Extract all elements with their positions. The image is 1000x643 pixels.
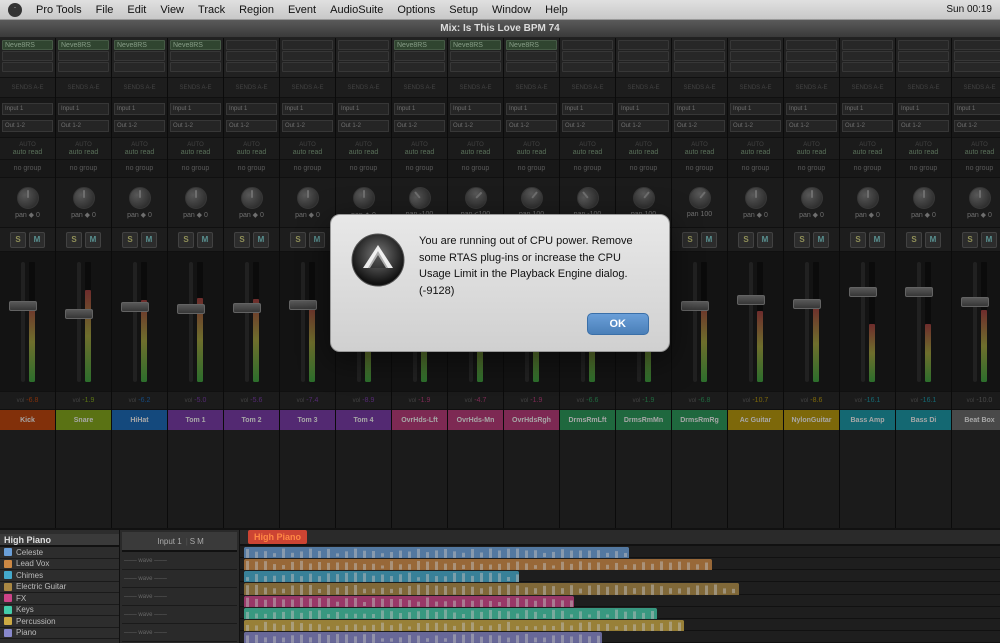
edit-track-lane: [240, 607, 1000, 619]
menu-audiosuite[interactable]: AudioSuite: [330, 4, 383, 16]
edit-track-ctrl: ─── wave ───: [122, 570, 237, 588]
edit-controls: Input 1 | S M ─── wave ────── wave ─────…: [120, 530, 240, 643]
menu-track[interactable]: Track: [198, 4, 225, 16]
clock-display: Sun 00:19: [946, 4, 992, 15]
window-title: Mix: Is This Love BPM 74: [440, 23, 559, 34]
edit-track-lane: [240, 570, 1000, 582]
edit-track-lane: [240, 595, 1000, 607]
menu-event[interactable]: Event: [288, 4, 316, 16]
menubar: Pro Tools File Edit View Track Region Ev…: [0, 0, 1000, 20]
edit-track-ctrl: ─── wave ───: [122, 588, 237, 606]
edit-track-ctrl: ─── wave ───: [122, 606, 237, 624]
menu-setup[interactable]: Setup: [449, 4, 478, 16]
track-name: FX: [16, 594, 26, 603]
track-name: Electric Guitar: [16, 582, 66, 591]
menu-file[interactable]: File: [96, 4, 114, 16]
edit-section: High Piano Celeste Lead Vox Chimes Elect…: [0, 528, 1000, 643]
edit-controls-header: Input 1 | S M: [122, 532, 237, 552]
edit-section-title: High Piano: [0, 534, 119, 547]
edit-track-lane: [240, 631, 1000, 643]
edit-track-electric-guitar[interactable]: Electric Guitar: [0, 582, 119, 593]
edit-track-celeste[interactable]: Celeste: [0, 547, 119, 558]
track-color: [4, 594, 12, 602]
track-name: Celeste: [16, 548, 43, 557]
titlebar: Mix: Is This Love BPM 74: [0, 20, 1000, 38]
track-color: [4, 560, 12, 568]
mixer: Neve8RS SENDS A-E Input 1 Out 1-2 AUTO a…: [0, 38, 1000, 528]
edit-track-ctrl: ─── wave ───: [122, 624, 237, 642]
edit-track-fx[interactable]: FX: [0, 593, 119, 604]
edit-track-percussion[interactable]: Percussion: [0, 616, 119, 627]
track-color: [4, 583, 12, 591]
track-name: Piano: [16, 628, 36, 637]
track-name: Percussion: [16, 617, 56, 626]
menubar-right: Sun 00:19: [946, 4, 992, 15]
menu-region[interactable]: Region: [239, 4, 274, 16]
dialog-buttons: OK: [351, 313, 649, 335]
menu-view[interactable]: View: [160, 4, 184, 16]
menu-protools[interactable]: Pro Tools: [36, 4, 82, 16]
track-color: [4, 571, 12, 579]
track-name: Chimes: [16, 571, 43, 580]
track-color: [4, 548, 12, 556]
track-color: [4, 617, 12, 625]
edit-track-chimes[interactable]: Chimes: [0, 570, 119, 581]
apple-menu[interactable]: [8, 3, 22, 17]
edit-sidebar: High Piano Celeste Lead Vox Chimes Elect…: [0, 530, 120, 643]
edit-track-lane: [240, 546, 1000, 558]
edit-main: High Piano: [240, 530, 1000, 643]
edit-track-lead-vox[interactable]: Lead Vox: [0, 559, 119, 570]
dialog-content: You are running out of CPU power. Remove…: [351, 233, 649, 299]
track-name: Lead Vox: [16, 559, 49, 568]
edit-track-ctrl: ─── wave ───: [122, 552, 237, 570]
dialog-message: You are running out of CPU power. Remove…: [419, 233, 649, 299]
edit-track-lane: [240, 582, 1000, 594]
menu-window[interactable]: Window: [492, 4, 531, 16]
dialog-ok-button[interactable]: OK: [587, 313, 650, 335]
menu-help[interactable]: Help: [545, 4, 568, 16]
dialog-overlay: You are running out of CPU power. Remove…: [0, 38, 1000, 528]
menu-edit[interactable]: Edit: [127, 4, 146, 16]
track-name: Keys: [16, 605, 34, 614]
edit-track-lane: [240, 558, 1000, 570]
edit-track-piano[interactable]: Piano: [0, 628, 119, 639]
protools-icon: [351, 233, 405, 287]
track-color: [4, 606, 12, 614]
menu-options[interactable]: Options: [397, 4, 435, 16]
cpu-warning-dialog: You are running out of CPU power. Remove…: [330, 214, 670, 352]
edit-track-keys[interactable]: Keys: [0, 605, 119, 616]
edit-main-header: High Piano: [240, 530, 1000, 546]
track-color: [4, 629, 12, 637]
track-block[interactable]: [244, 632, 602, 643]
